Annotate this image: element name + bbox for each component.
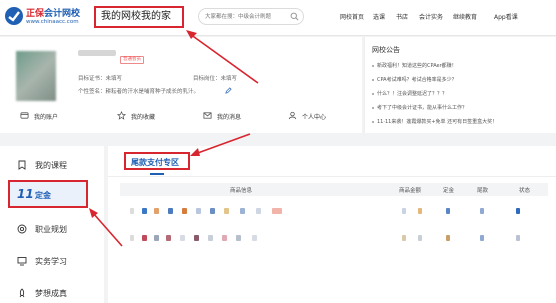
nav-app[interactable]: App看课 (494, 12, 518, 21)
logo-rest: 会计网校 (44, 9, 81, 19)
col-status: 状态 (519, 188, 531, 194)
profile-card: 普通会员 目标证书：未填写 目标岗位：未填写 个性签名：耕耘者的汗水是哺育种子成… (0, 37, 362, 133)
col-product-amount: 商品金额 (399, 188, 422, 194)
announcement-item[interactable]: 新政福利！知道这些的CPAer都赚！ (372, 62, 457, 69)
edit-icon[interactable] (225, 87, 232, 94)
nav-bookstore[interactable]: 书店 (396, 12, 408, 21)
wallet-icon (20, 112, 29, 119)
sidebar-item-label: 实务学习 (35, 257, 67, 266)
sidebar-item-my-courses[interactable]: 我的课程 (0, 151, 104, 179)
logo-name: 正保会计网校 (26, 6, 80, 19)
target-post-label: 目标岗位： (193, 76, 221, 82)
target-cert: 目标证书：未填写 (78, 74, 122, 82)
deposit-number: 11 (17, 187, 34, 201)
tab-balance-payment[interactable]: 尾款支付专区 (124, 152, 190, 170)
search-box[interactable] (198, 8, 304, 25)
quick-link-label: 我的消息 (217, 114, 242, 121)
sidebar-item-career-planning[interactable]: 职业规划 (0, 215, 104, 243)
star-icon (117, 111, 126, 120)
sidebar-item-label: 我的课程 (35, 161, 67, 170)
sidebar-item-label: 定金 (35, 191, 51, 200)
target-icon (17, 224, 27, 234)
signature: 个性签名：耕耘者的汗水是哺育种子成长的乳汁。 (78, 87, 199, 95)
target-cert-value: 未填写 (105, 76, 123, 82)
quick-link-label: 我的账户 (34, 114, 59, 121)
sidebar-item-deposit[interactable]: 11 定金 (8, 180, 88, 208)
announcement-item[interactable]: 11·11来袭！莲霞爆款买+免单 还可有日签重盒大奖！ (372, 118, 497, 125)
announcement-title: 网校公告 (372, 46, 400, 54)
signature-value: 耕耘者的汗水是哺育种子成长的乳汁。 (105, 89, 200, 95)
sidebar: 我的课程 11 定金 职业规划 实务学习 梦想成真 (0, 146, 104, 303)
quick-link-label: 我的收藏 (131, 114, 156, 121)
table-row[interactable] (120, 232, 548, 246)
nav-courses[interactable]: 选课 (373, 12, 385, 21)
tab-divider (108, 176, 556, 177)
col-deposit: 定金 (443, 188, 455, 194)
search-input[interactable] (205, 12, 291, 22)
table-row[interactable] (120, 205, 548, 219)
search-icon[interactable] (290, 12, 299, 21)
col-product-info: 商品信息 (230, 188, 253, 194)
tab-label: 尾款支付专区 (131, 158, 179, 167)
sidebar-item-practical-learning[interactable]: 实务学习 (0, 247, 104, 275)
col-balance: 尾款 (477, 188, 489, 194)
monitor-icon (17, 257, 27, 266)
logo-icon (5, 7, 23, 25)
main-content: 尾款支付专区 商品信息 商品金额 定金 尾款 状态 (108, 146, 556, 303)
announcement-item[interactable]: CPA考试难吗？考试合格率是多少？ (372, 76, 457, 83)
nav-continuing-education[interactable]: 继续教育 (453, 12, 477, 21)
target-post-value: 未填写 (220, 76, 238, 82)
bookmark-icon (18, 160, 26, 170)
quick-link-label: 个人中心 (302, 114, 327, 121)
announcement-panel: 网校公告 新政福利！知道这些的CPAer都赚！ CPA考试难吗？考试合格率是多少… (364, 37, 556, 133)
logo-url: www.chinaacc.com (26, 19, 79, 25)
target-post: 目标岗位：未填写 (193, 74, 237, 82)
sidebar-item-label: 梦想成真 (35, 289, 67, 298)
tab-underline (150, 173, 164, 175)
site-logo[interactable]: 正保会计网校 www.chinaacc.com (4, 5, 84, 31)
announcement-item[interactable]: 考下了中级会计证书，能从事什么工作？ (372, 104, 467, 111)
rocket-icon (19, 288, 25, 298)
sidebar-item-dream[interactable]: 梦想成真 (0, 279, 104, 303)
nav-accounting-practice[interactable]: 会计实务 (419, 12, 443, 21)
username-blurred (78, 50, 116, 56)
signature-label: 个性签名： (78, 89, 106, 95)
top-bar: 正保会计网校 www.chinaacc.com 我的网校我的家 网校首页 选课 … (0, 0, 556, 36)
user-icon (288, 111, 297, 120)
member-badge: 普通会员 (120, 56, 144, 64)
nav-home[interactable]: 网校首页 (340, 12, 364, 21)
logo-brand: 正保 (26, 9, 45, 19)
avatar[interactable] (16, 51, 56, 101)
announcement-item[interactable]: 什么？！注会调整延迟了？？？ (372, 90, 447, 97)
mail-icon (203, 112, 212, 119)
sidebar-item-label: 职业规划 (35, 225, 67, 234)
table-header: 商品信息 商品金额 定金 尾款 状态 (120, 183, 548, 196)
target-cert-label: 目标证书： (78, 76, 106, 82)
page-title: 我的网校我的家 (94, 6, 184, 28)
